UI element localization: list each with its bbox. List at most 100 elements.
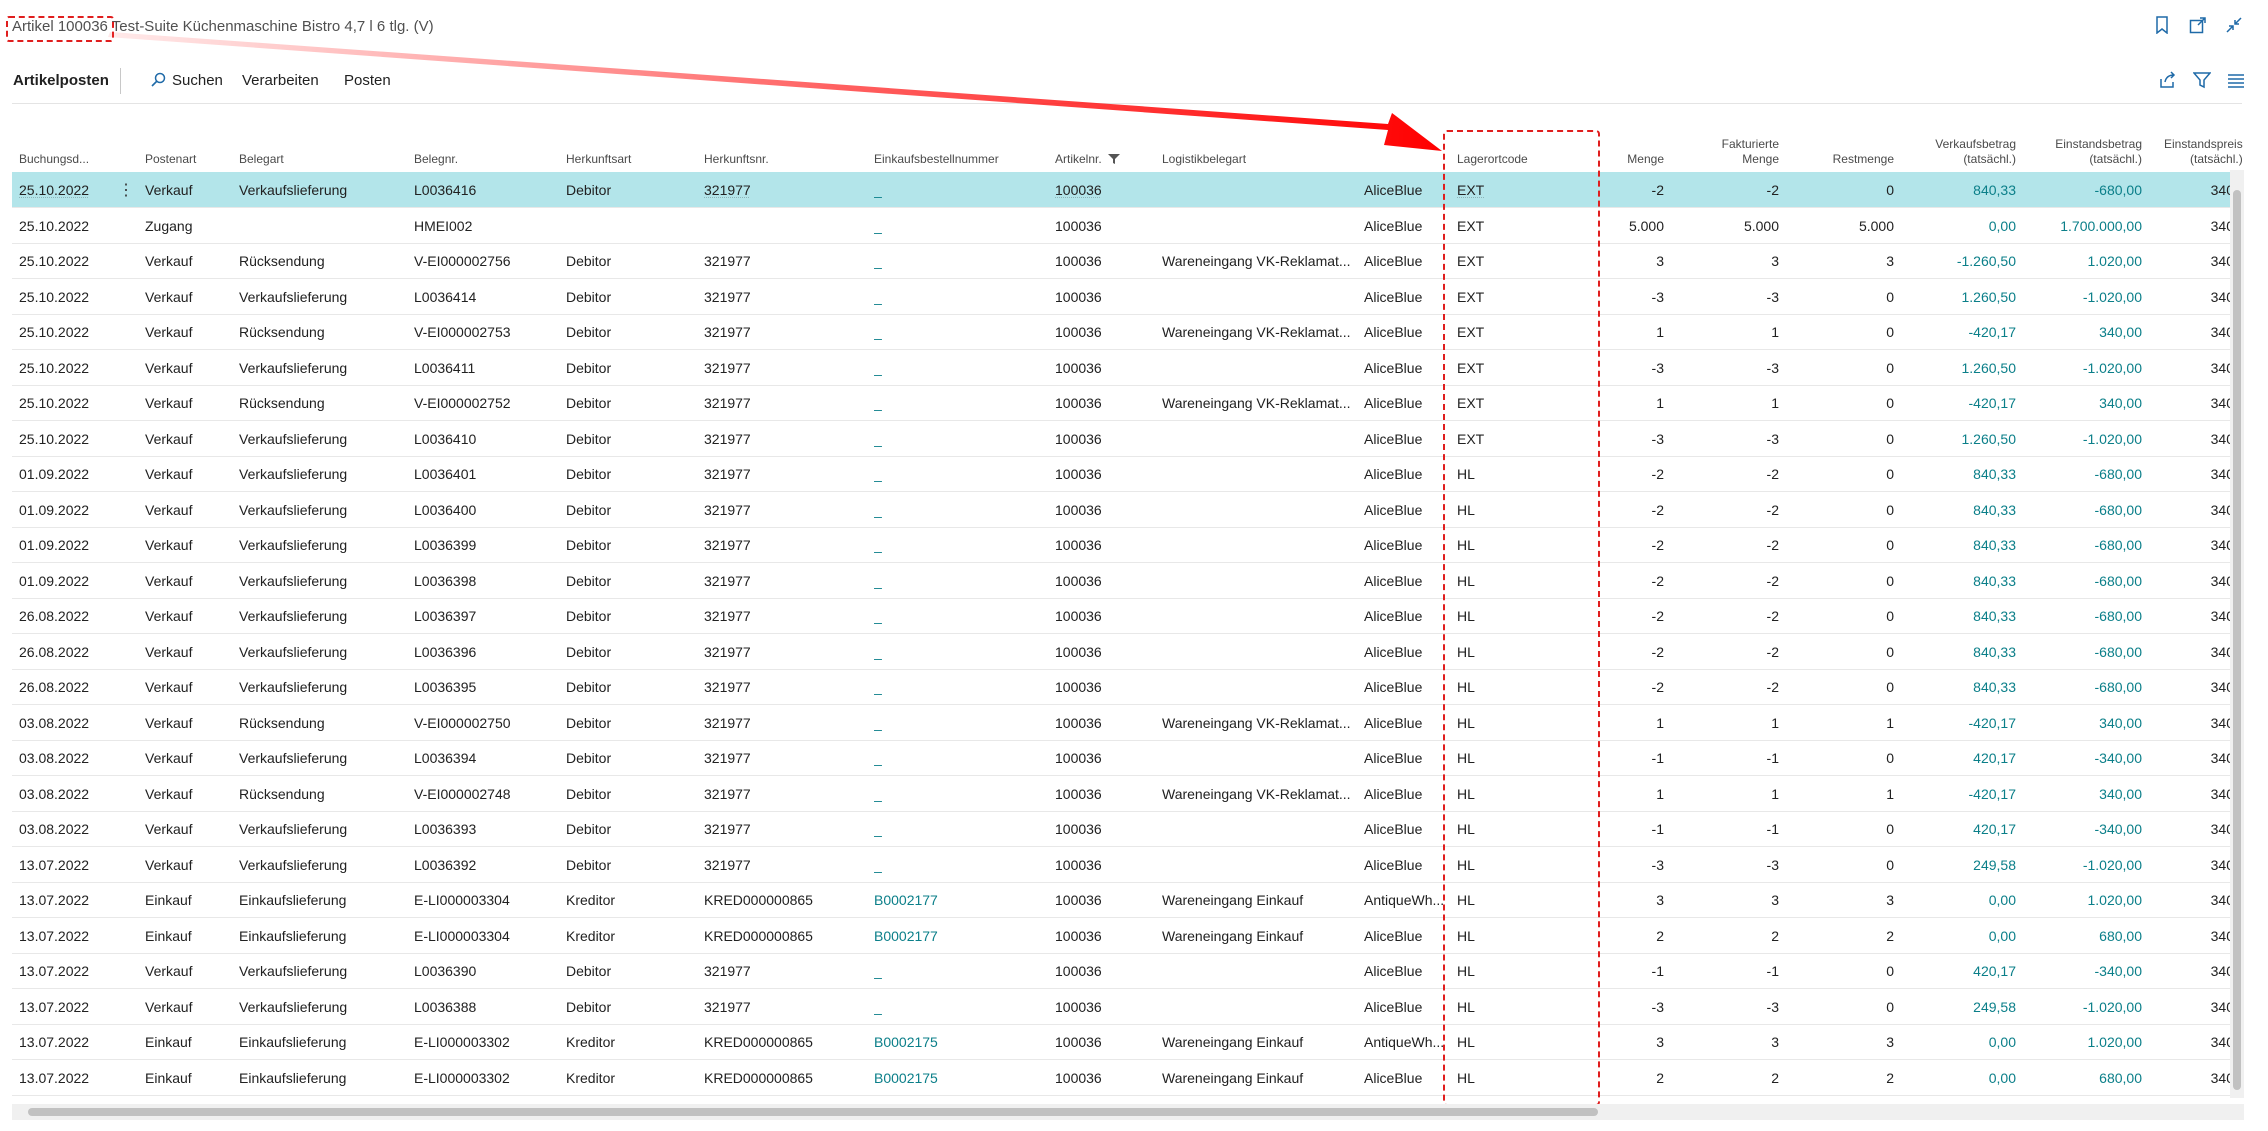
cell-einkaufsbestellnummer[interactable]: _ <box>874 253 1046 269</box>
open-new-window-icon[interactable] <box>2188 15 2208 35</box>
col-header-belegart[interactable]: Belegart <box>239 152 284 167</box>
cell-verkaufsbetrag[interactable]: 840,33 <box>1902 182 2016 198</box>
cell-einkaufsbestellnummer[interactable]: B0002177 <box>874 928 1046 944</box>
cell-verkaufsbetrag[interactable]: 0,00 <box>1902 1034 2016 1050</box>
cell-einkaufsbestellnummer[interactable]: _ <box>874 324 1046 340</box>
cell-verkaufsbetrag[interactable]: 249,58 <box>1902 999 2016 1015</box>
col-header-buchungsdatum[interactable]: Buchungsd... <box>19 152 89 167</box>
table-row[interactable]: 25.10.2022 Verkauf Verkaufslieferung L00364… <box>12 350 2244 386</box>
table-row[interactable]: 25.10.2022 Verkauf Verkaufslieferung L00364… <box>12 279 2244 315</box>
cell-verkaufsbetrag[interactable]: 1.260,50 <box>1902 431 2017 447</box>
table-row[interactable]: 26.08.2022 Verkauf Verkaufslieferung L00363… <box>12 634 2244 670</box>
horizontal-scrollbar[interactable] <box>12 1104 2244 1120</box>
col-header-einstandsbetrag[interactable]: Einstandsbetrag (tatsächl.) <box>2022 137 2142 167</box>
col-header-einstandspreis[interactable]: Einstandspreis (tatsächl.) <box>2164 137 2243 167</box>
cell-einstandsbetrag[interactable]: 1.020,00 <box>2022 892 2143 908</box>
cell-einstandsbetrag[interactable]: -680,00 <box>2022 608 2142 624</box>
col-header-logistikbelegart[interactable]: Logistikbelegart <box>1162 152 1246 167</box>
col-header-verkaufsbetrag[interactable]: Verkaufsbetrag (tatsächl.) <box>1902 137 2016 167</box>
cell-einkaufsbestellnummer[interactable]: _ <box>874 431 1046 447</box>
cell-einkaufsbestellnummer[interactable]: _ <box>874 644 1046 660</box>
cell-einstandsbetrag[interactable]: 340,00 <box>2022 395 2142 411</box>
cell-verkaufsbetrag[interactable]: -420,17 <box>1902 786 2016 802</box>
col-header-lagerortcode[interactable]: Lagerortcode <box>1457 152 1528 167</box>
col-header-herkunftsart[interactable]: Herkunftsart <box>566 152 631 167</box>
table-row[interactable]: 13.07.2022 Einkauf Einkaufslieferung E-LI00… <box>12 1060 2244 1096</box>
cell-einkaufsbestellnummer[interactable]: B0002175 <box>874 1034 1046 1050</box>
table-row[interactable]: 13.07.2022 Einkauf Einkaufslieferung E-LI00… <box>12 918 2244 954</box>
table-row[interactable]: 13.07.2022 Verkauf Verkaufslieferung L00363… <box>12 989 2244 1025</box>
cell-einstandsbetrag[interactable]: -340,00 <box>2022 821 2142 837</box>
filter-icon[interactable] <box>2192 70 2212 90</box>
cell-einstandsbetrag[interactable]: -680,00 <box>2022 182 2142 198</box>
cell-einstandsbetrag[interactable]: -680,00 <box>2022 573 2142 589</box>
cell-verkaufsbetrag[interactable]: -420,17 <box>1902 715 2016 731</box>
cell-einstandsbetrag[interactable]: 1.020,00 <box>2022 253 2143 269</box>
cell-einkaufsbestellnummer[interactable]: _ <box>874 573 1046 589</box>
cell-verkaufsbetrag[interactable]: 840,33 <box>1902 573 2016 589</box>
table-row[interactable]: 25.10.2022 Zugang HMEI002 _ 100036 AliceBlue E… <box>12 208 2244 244</box>
cell-einstandsbetrag[interactable]: -1.020,00 <box>2022 289 2142 305</box>
cell-einkaufsbestellnummer[interactable]: _ <box>874 182 1046 198</box>
cell-verkaufsbetrag[interactable]: 840,33 <box>1902 502 2016 518</box>
cell-einkaufsbestellnummer[interactable]: _ <box>874 999 1046 1015</box>
list-view-icon[interactable] <box>2226 70 2246 90</box>
cell-verkaufsbetrag[interactable]: 420,17 <box>1902 750 2016 766</box>
cell-einstandsbetrag[interactable]: 340,00 <box>2022 324 2142 340</box>
table-row[interactable]: 25.10.2022 Verkauf Verkaufslieferung L00364… <box>12 421 2244 457</box>
process-menu[interactable]: Verarbeiten <box>242 72 319 89</box>
cell-einkaufsbestellnummer[interactable]: _ <box>874 218 1046 234</box>
col-header-einkaufsbestellnummer[interactable]: Einkaufsbestellnummer <box>874 152 999 167</box>
cell-einstandsbetrag[interactable]: -1.020,00 <box>2022 431 2142 447</box>
cell-verkaufsbetrag[interactable]: 840,33 <box>1902 679 2016 695</box>
cell-einstandsbetrag[interactable]: -680,00 <box>2022 502 2142 518</box>
cell-einkaufsbestellnummer[interactable]: B0002175 <box>874 1070 1046 1086</box>
cell-einstandsbetrag[interactable]: -340,00 <box>2022 963 2142 979</box>
cell-verkaufsbetrag[interactable]: 249,58 <box>1902 857 2016 873</box>
table-row[interactable]: 03.08.2022 Verkauf Rücksendung V-EI00000274… <box>12 776 2244 812</box>
cell-verkaufsbetrag[interactable]: -420,17 <box>1902 395 2016 411</box>
cell-einkaufsbestellnummer[interactable]: _ <box>874 715 1046 731</box>
table-row[interactable]: 13.07.2022 Verkauf Verkaufslieferung L00363… <box>12 953 2244 989</box>
cell-einstandsbetrag[interactable]: -340,00 <box>2022 750 2142 766</box>
bookmark-icon[interactable] <box>2152 15 2172 35</box>
cell-einstandsbetrag[interactable]: 340,00 <box>2022 715 2142 731</box>
cell-einstandsbetrag[interactable]: 680,00 <box>2022 928 2142 944</box>
col-header-herkunftsnr[interactable]: Herkunftsnr. <box>704 152 769 167</box>
cell-einkaufsbestellnummer[interactable]: _ <box>874 360 1046 376</box>
cell-einkaufsbestellnummer[interactable]: _ <box>874 857 1046 873</box>
table-row[interactable]: 13.07.2022 Einkauf Einkaufslieferung E-LI00… <box>12 882 2244 918</box>
row-menu-icon[interactable]: ⋮ <box>118 180 134 200</box>
search-button[interactable]: Suchen <box>150 72 223 89</box>
entries-menu[interactable]: Posten <box>344 72 391 89</box>
vertical-scrollbar[interactable] <box>2230 170 2244 1098</box>
cell-einkaufsbestellnummer[interactable]: _ <box>874 750 1046 766</box>
col-header-fakturierte-menge[interactable]: Fakturierte Menge <box>1672 137 1779 167</box>
table-row[interactable]: 03.08.2022 Verkauf Rücksendung V-EI00000275… <box>12 705 2244 741</box>
table-row[interactable]: 01.09.2022 Verkauf Verkaufslieferung L00363… <box>12 563 2244 599</box>
cell-einkaufsbestellnummer[interactable]: _ <box>874 466 1046 482</box>
table-row[interactable]: 01.09.2022 Verkauf Verkaufslieferung L00364… <box>12 456 2244 492</box>
cell-einkaufsbestellnummer[interactable]: _ <box>874 679 1046 695</box>
cell-einstandsbetrag[interactable]: 680,00 <box>2022 1070 2142 1086</box>
vertical-scrollbar-thumb[interactable] <box>2233 190 2241 1090</box>
cell-einkaufsbestellnummer[interactable]: _ <box>874 821 1046 837</box>
cell-verkaufsbetrag[interactable]: 840,33 <box>1902 608 2016 624</box>
cell-verkaufsbetrag[interactable]: 0,00 <box>1902 892 2016 908</box>
cell-verkaufsbetrag[interactable]: -420,17 <box>1902 324 2016 340</box>
col-header-belegnr[interactable]: Belegnr. <box>414 152 458 167</box>
cell-einkaufsbestellnummer[interactable]: _ <box>874 537 1046 553</box>
cell-einstandsbetrag[interactable]: -1.020,00 <box>2022 360 2142 376</box>
cell-einkaufsbestellnummer[interactable]: _ <box>874 289 1046 305</box>
cell-verkaufsbetrag[interactable]: 0,00 <box>1902 218 2016 234</box>
table-row[interactable]: 03.08.2022 Verkauf Verkaufslieferung L00363… <box>12 740 2244 776</box>
cell-verkaufsbetrag[interactable]: 840,33 <box>1902 537 2016 553</box>
table-row[interactable]: 13.07.2022 Verkauf Verkaufslieferung L00363… <box>12 847 2244 883</box>
table-row[interactable]: 25.10.2022 Verkauf Rücksendung V-EI00000275… <box>12 243 2244 279</box>
cell-einstandsbetrag[interactable]: -680,00 <box>2022 679 2142 695</box>
cell-einstandsbetrag[interactable]: -680,00 <box>2022 466 2142 482</box>
col-header-artikelnr[interactable]: Artikelnr. <box>1055 152 1120 167</box>
cell-einkaufsbestellnummer[interactable]: _ <box>874 963 1046 979</box>
cell-einkaufsbestellnummer[interactable]: _ <box>874 608 1046 624</box>
cell-einstandsbetrag[interactable]: -680,00 <box>2022 644 2142 660</box>
